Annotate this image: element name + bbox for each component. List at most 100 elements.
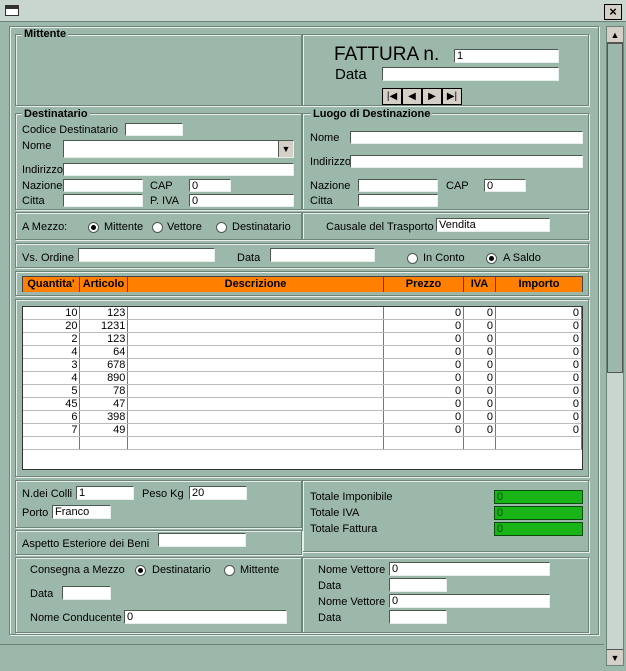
cell-iva[interactable]: 0 bbox=[463, 397, 497, 411]
nav-first-button[interactable]: |◀ bbox=[382, 88, 402, 105]
mezzo-vettore-radio[interactable] bbox=[152, 222, 163, 233]
cell-importo[interactable]: 0 bbox=[495, 397, 582, 411]
cap-field[interactable]: 0 bbox=[189, 179, 231, 192]
table-row[interactable]: 45 47 0 0 0 bbox=[23, 397, 582, 411]
chevron-down-icon[interactable]: ▼ bbox=[278, 141, 293, 157]
piva-field[interactable]: 0 bbox=[189, 194, 294, 207]
nav-last-button[interactable]: ▶| bbox=[442, 88, 462, 105]
vettore-nome1-field[interactable]: 0 bbox=[389, 562, 550, 576]
aspetto-field[interactable] bbox=[158, 533, 246, 547]
cell-iva[interactable]: 0 bbox=[463, 332, 497, 346]
cell-qty[interactable]: 2 bbox=[23, 332, 81, 346]
scroll-thumb[interactable] bbox=[607, 43, 623, 373]
cell-importo[interactable]: 0 bbox=[495, 358, 582, 372]
colli-field[interactable]: 1 bbox=[76, 486, 134, 500]
cell-iva[interactable]: 0 bbox=[463, 307, 497, 320]
cell-importo[interactable]: 0 bbox=[495, 319, 582, 333]
table-row[interactable]: 5 78 0 0 0 bbox=[23, 384, 582, 398]
peso-field[interactable]: 20 bbox=[189, 486, 247, 500]
nav-prev-button[interactable]: ◀ bbox=[402, 88, 422, 105]
cell-descrizione[interactable] bbox=[127, 410, 385, 424]
cell-prezzo[interactable]: 0 bbox=[383, 319, 465, 333]
table-row[interactable]: 4 890 0 0 0 bbox=[23, 371, 582, 385]
cell-iva[interactable]: 0 bbox=[463, 319, 497, 333]
cell-prezzo[interactable]: 0 bbox=[383, 397, 465, 411]
cell-qty[interactable]: 7 bbox=[23, 423, 81, 437]
cell-articolo[interactable]: 64 bbox=[79, 345, 129, 359]
nome-dropdown[interactable]: ▼ bbox=[63, 140, 294, 158]
cell-prezzo[interactable]: 0 bbox=[383, 307, 465, 320]
table-row[interactable]: 7 49 0 0 0 bbox=[23, 423, 582, 437]
consegna-destinatario-radio[interactable] bbox=[135, 565, 146, 576]
cell-descrizione[interactable] bbox=[127, 384, 385, 398]
scroll-down-icon[interactable]: ▼ bbox=[607, 649, 623, 665]
causale-field[interactable]: Vendita bbox=[436, 218, 550, 232]
cell-qty[interactable]: 6 bbox=[23, 410, 81, 424]
table-row[interactable]: 4 64 0 0 0 bbox=[23, 345, 582, 359]
vertical-scrollbar[interactable]: ▲ ▼ bbox=[606, 26, 624, 666]
cell-iva[interactable] bbox=[463, 436, 497, 450]
cell-descrizione[interactable] bbox=[127, 397, 385, 411]
cell-qty[interactable]: 4 bbox=[23, 371, 81, 385]
cell-iva[interactable]: 0 bbox=[463, 358, 497, 372]
luogo-nazione-field[interactable] bbox=[358, 179, 438, 192]
cell-descrizione[interactable] bbox=[127, 358, 385, 372]
cell-qty[interactable]: 3 bbox=[23, 358, 81, 372]
cell-iva[interactable]: 0 bbox=[463, 423, 497, 437]
cell-importo[interactable]: 0 bbox=[495, 384, 582, 398]
vettore-data2-field[interactable] bbox=[389, 610, 447, 624]
cell-descrizione[interactable] bbox=[127, 307, 385, 320]
cell-articolo[interactable]: 47 bbox=[79, 397, 129, 411]
cell-descrizione[interactable] bbox=[127, 371, 385, 385]
scroll-up-icon[interactable]: ▲ bbox=[607, 27, 623, 43]
cell-articolo[interactable]: 123 bbox=[79, 307, 129, 320]
cell-prezzo[interactable]: 0 bbox=[383, 332, 465, 346]
cell-descrizione[interactable] bbox=[127, 345, 385, 359]
indirizzo-field[interactable] bbox=[63, 163, 294, 176]
cell-descrizione[interactable] bbox=[127, 319, 385, 333]
cell-qty[interactable] bbox=[23, 436, 81, 450]
cell-articolo[interactable]: 1231 bbox=[79, 319, 129, 333]
table-row[interactable]: 20 1231 0 0 0 bbox=[23, 319, 582, 333]
fattura-number-field[interactable]: 1 bbox=[454, 49, 559, 63]
ordine-field[interactable] bbox=[78, 248, 215, 262]
mezzo-destinatario-radio[interactable] bbox=[216, 222, 227, 233]
table-row[interactable] bbox=[23, 436, 582, 450]
cell-qty[interactable]: 45 bbox=[23, 397, 81, 411]
luogo-cap-field[interactable]: 0 bbox=[484, 179, 526, 192]
cell-iva[interactable]: 0 bbox=[463, 345, 497, 359]
cell-prezzo[interactable]: 0 bbox=[383, 371, 465, 385]
cell-importo[interactable]: 0 bbox=[495, 332, 582, 346]
mezzo-mittente-radio[interactable] bbox=[88, 222, 99, 233]
cell-importo[interactable]: 0 bbox=[495, 410, 582, 424]
cell-articolo[interactable]: 49 bbox=[79, 423, 129, 437]
cell-iva[interactable]: 0 bbox=[463, 410, 497, 424]
cell-articolo[interactable]: 890 bbox=[79, 371, 129, 385]
cell-prezzo[interactable]: 0 bbox=[383, 358, 465, 372]
consegna-data-field[interactable] bbox=[62, 586, 111, 600]
cell-prezzo[interactable]: 0 bbox=[383, 410, 465, 424]
cell-articolo[interactable]: 678 bbox=[79, 358, 129, 372]
codice-field[interactable] bbox=[125, 123, 183, 136]
cell-qty[interactable]: 10 bbox=[23, 307, 81, 320]
cell-qty[interactable]: 5 bbox=[23, 384, 81, 398]
cell-descrizione[interactable] bbox=[127, 423, 385, 437]
cell-importo[interactable] bbox=[495, 436, 582, 450]
cell-iva[interactable]: 0 bbox=[463, 384, 497, 398]
table-row[interactable]: 6 398 0 0 0 bbox=[23, 410, 582, 424]
nazione-field[interactable] bbox=[63, 179, 143, 192]
cell-prezzo[interactable]: 0 bbox=[383, 423, 465, 437]
cell-prezzo[interactable] bbox=[383, 436, 465, 450]
nav-next-button[interactable]: ▶ bbox=[422, 88, 442, 105]
cell-importo[interactable]: 0 bbox=[495, 423, 582, 437]
close-button[interactable]: × bbox=[604, 4, 622, 20]
cell-iva[interactable]: 0 bbox=[463, 371, 497, 385]
in-conto-radio[interactable] bbox=[407, 253, 418, 264]
vettore-data1-field[interactable] bbox=[389, 578, 447, 592]
vettore-nome2-field[interactable]: 0 bbox=[389, 594, 550, 608]
table-row[interactable]: 2 123 0 0 0 bbox=[23, 332, 582, 346]
cell-qty[interactable]: 20 bbox=[23, 319, 81, 333]
cell-articolo[interactable] bbox=[79, 436, 129, 450]
cell-articolo[interactable]: 398 bbox=[79, 410, 129, 424]
cell-importo[interactable]: 0 bbox=[495, 307, 582, 320]
